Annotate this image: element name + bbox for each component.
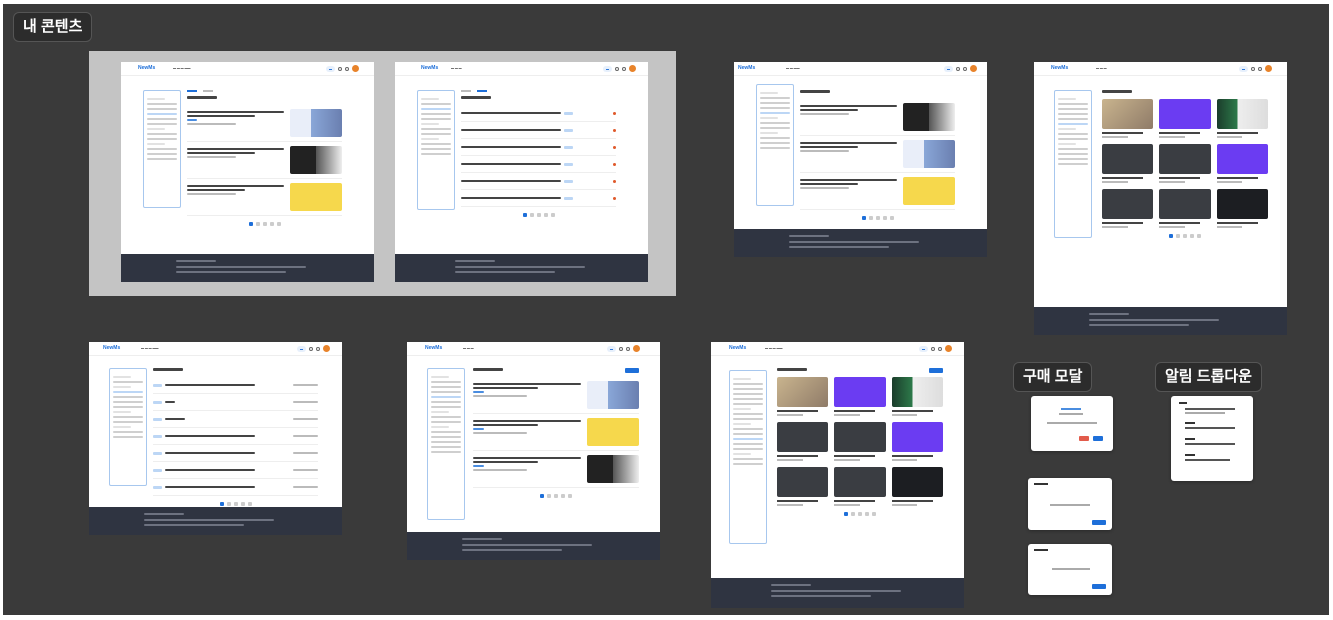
pagination[interactable] bbox=[187, 222, 342, 226]
cancel-button[interactable] bbox=[1079, 436, 1089, 441]
sidebar bbox=[143, 90, 181, 208]
top-nav: NewMs ▬ ▬ ▬ ▬▬ ▬ bbox=[121, 62, 374, 76]
ok-button[interactable] bbox=[1092, 584, 1106, 589]
screen-sales-content[interactable]: NewMs ▬ ▬ ▬ ▬▬ ▬ bbox=[711, 342, 964, 608]
design-canvas: 내 콘텐츠 NewMs ▬ ▬ ▬ ▬▬ ▬ NewMs ▬ ▬ ▬ ▬ New… bbox=[3, 4, 1329, 615]
notification-dropdown[interactable] bbox=[1171, 396, 1253, 481]
purchase-confirm-modal[interactable] bbox=[1031, 396, 1113, 451]
section-title: 내 콘텐츠 bbox=[13, 12, 93, 42]
screen-my-comments[interactable]: NewMs ▬ ▬ ▬ ▬▬ ▬ bbox=[121, 62, 374, 282]
confirm-button[interactable] bbox=[1093, 436, 1103, 441]
purchase-failed-modal[interactable] bbox=[1028, 544, 1112, 595]
screen-purchased-content[interactable]: NewMs ▬ ▬ ▬ ▬ bbox=[1034, 62, 1287, 335]
app-logo[interactable]: NewMs bbox=[138, 65, 155, 71]
search-icon[interactable] bbox=[338, 66, 342, 71]
avatar[interactable] bbox=[352, 65, 359, 72]
ok-button[interactable] bbox=[1092, 520, 1106, 525]
sidebar bbox=[417, 90, 455, 210]
write-button[interactable] bbox=[625, 368, 639, 373]
screen-post-management[interactable]: NewMs ▬ ▬ ▬ ▬ bbox=[407, 342, 660, 560]
footer bbox=[121, 254, 374, 282]
purchase-modal-label: 구매 모달 bbox=[1013, 362, 1093, 392]
screen-saved-content[interactable]: NewMs ▬ ▬ ▬▬ ▬ bbox=[734, 62, 987, 257]
main-content bbox=[187, 90, 342, 226]
bell-icon[interactable] bbox=[345, 66, 349, 71]
purchase-complete-modal[interactable] bbox=[1028, 478, 1112, 530]
screen-recent-posts[interactable]: NewMs ▬ ▬ ▬ ▬▬ ▬ bbox=[89, 342, 342, 535]
notification-dropdown-label: 알림 드롭다운 bbox=[1155, 362, 1262, 392]
screen-my-posts[interactable]: NewMs ▬ ▬ ▬ ▬ bbox=[395, 62, 648, 282]
